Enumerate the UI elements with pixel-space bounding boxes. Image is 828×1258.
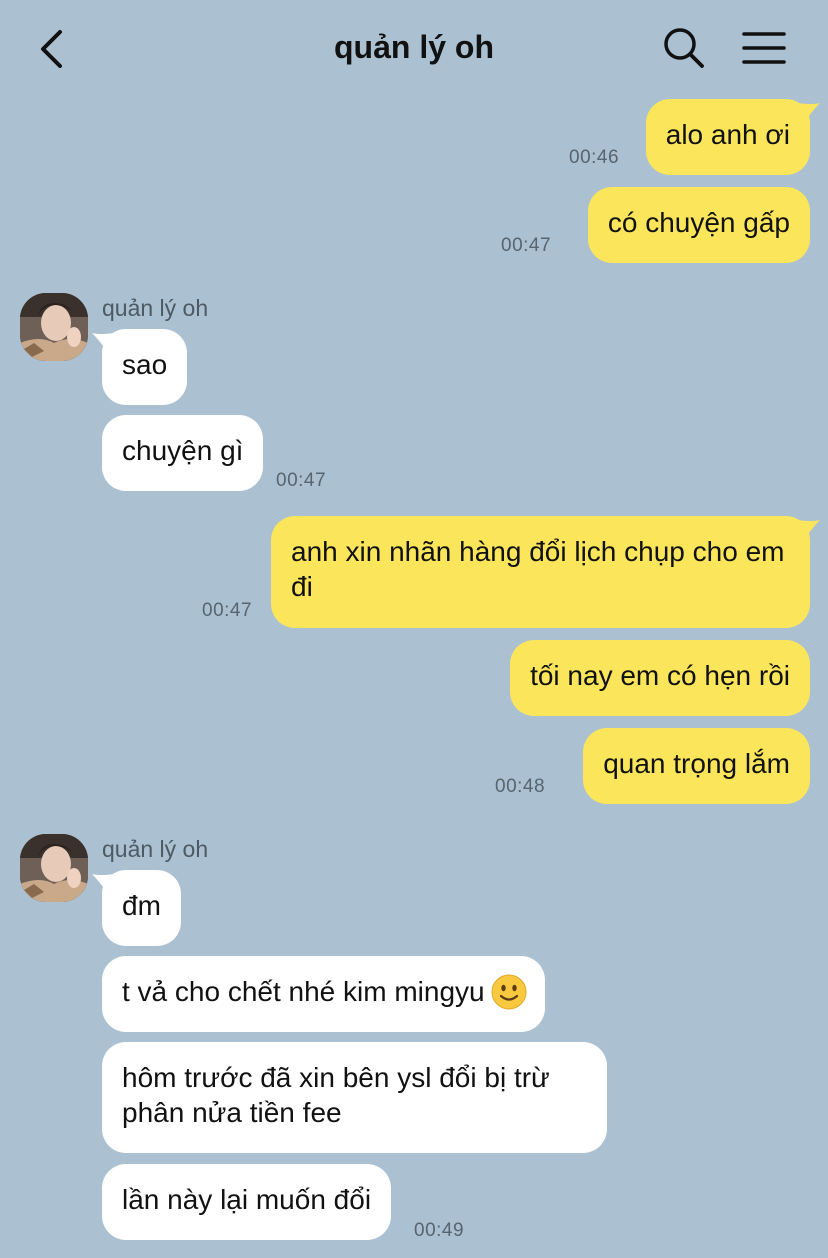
message-time: 00:47 bbox=[276, 470, 327, 491]
slightly-smiling-face-emoji bbox=[491, 974, 527, 1010]
bubble-tail bbox=[798, 520, 820, 540]
message-text: hôm trước đã xin bên ysl đổi bị trừ phân… bbox=[122, 1062, 550, 1128]
avatar-image bbox=[20, 834, 88, 902]
my-message-bubble[interactable]: tối nay em có hẹn rồi bbox=[510, 640, 810, 716]
menu-button[interactable] bbox=[740, 26, 788, 70]
avatar[interactable] bbox=[20, 293, 88, 361]
message-time: 00:47 bbox=[501, 235, 552, 256]
chevron-left-icon bbox=[41, 30, 62, 68]
hamburger-menu-icon bbox=[742, 32, 786, 64]
search-button[interactable] bbox=[660, 24, 708, 72]
message-time: 00:49 bbox=[414, 1220, 465, 1241]
bubble-tail bbox=[92, 874, 114, 894]
search-icon bbox=[664, 28, 704, 68]
message-text: quan trọng lắm bbox=[603, 748, 790, 779]
message-time: 00:48 bbox=[495, 776, 546, 797]
their-message-bubble[interactable]: t vả cho chết nhé kim mingyu bbox=[102, 956, 545, 1032]
message-text: đm bbox=[122, 890, 161, 921]
their-message-bubble[interactable]: đm bbox=[92, 870, 181, 946]
message-text: sao bbox=[122, 349, 168, 380]
message-text: chuyện gì bbox=[122, 435, 244, 466]
my-message-bubble[interactable]: alo anh ơi bbox=[645, 99, 820, 175]
their-message-bubble[interactable]: hôm trước đã xin bên ysl đổi bị trừ phân… bbox=[102, 1042, 607, 1153]
chat-header: quản lý oh bbox=[0, 0, 828, 96]
bubble-tail bbox=[92, 333, 114, 353]
message-time: 00:46 bbox=[569, 147, 620, 168]
message-text: tối nay em có hẹn rồi bbox=[530, 660, 790, 691]
message-text: có chuyện gấp bbox=[607, 207, 790, 238]
message-text: anh xin nhãn hàng đổi lịch chụp cho em đ… bbox=[291, 536, 785, 602]
their-message-bubble[interactable]: chuyện gì bbox=[102, 415, 264, 491]
my-message-bubble[interactable]: anh xin nhãn hàng đổi lịch chụp cho em đ… bbox=[271, 516, 820, 628]
chat-screen: quản lý oh 00:46 alo anh ơi 00:47 có chu… bbox=[0, 0, 828, 1258]
my-message-bubble[interactable]: quan trọng lắm bbox=[583, 728, 810, 804]
message-text: lần này lại muốn đổi bbox=[122, 1184, 372, 1215]
avatar-image bbox=[20, 293, 88, 361]
message-time: 00:47 bbox=[202, 600, 253, 621]
avatar[interactable] bbox=[20, 834, 88, 902]
chat-title: quản lý oh bbox=[334, 29, 494, 65]
message-text: t vả cho chết nhé kim mingyu bbox=[122, 976, 485, 1007]
my-message-bubble[interactable]: có chuyện gấp bbox=[587, 187, 810, 263]
their-message-bubble[interactable]: lần này lại muốn đổi bbox=[102, 1164, 392, 1240]
bubble-tail bbox=[798, 103, 820, 123]
their-message-bubble[interactable]: sao bbox=[92, 329, 188, 405]
message-text: alo anh ơi bbox=[665, 119, 790, 150]
sender-name: quản lý oh bbox=[102, 295, 209, 321]
sender-name: quản lý oh bbox=[102, 836, 209, 862]
back-button[interactable] bbox=[28, 24, 78, 74]
